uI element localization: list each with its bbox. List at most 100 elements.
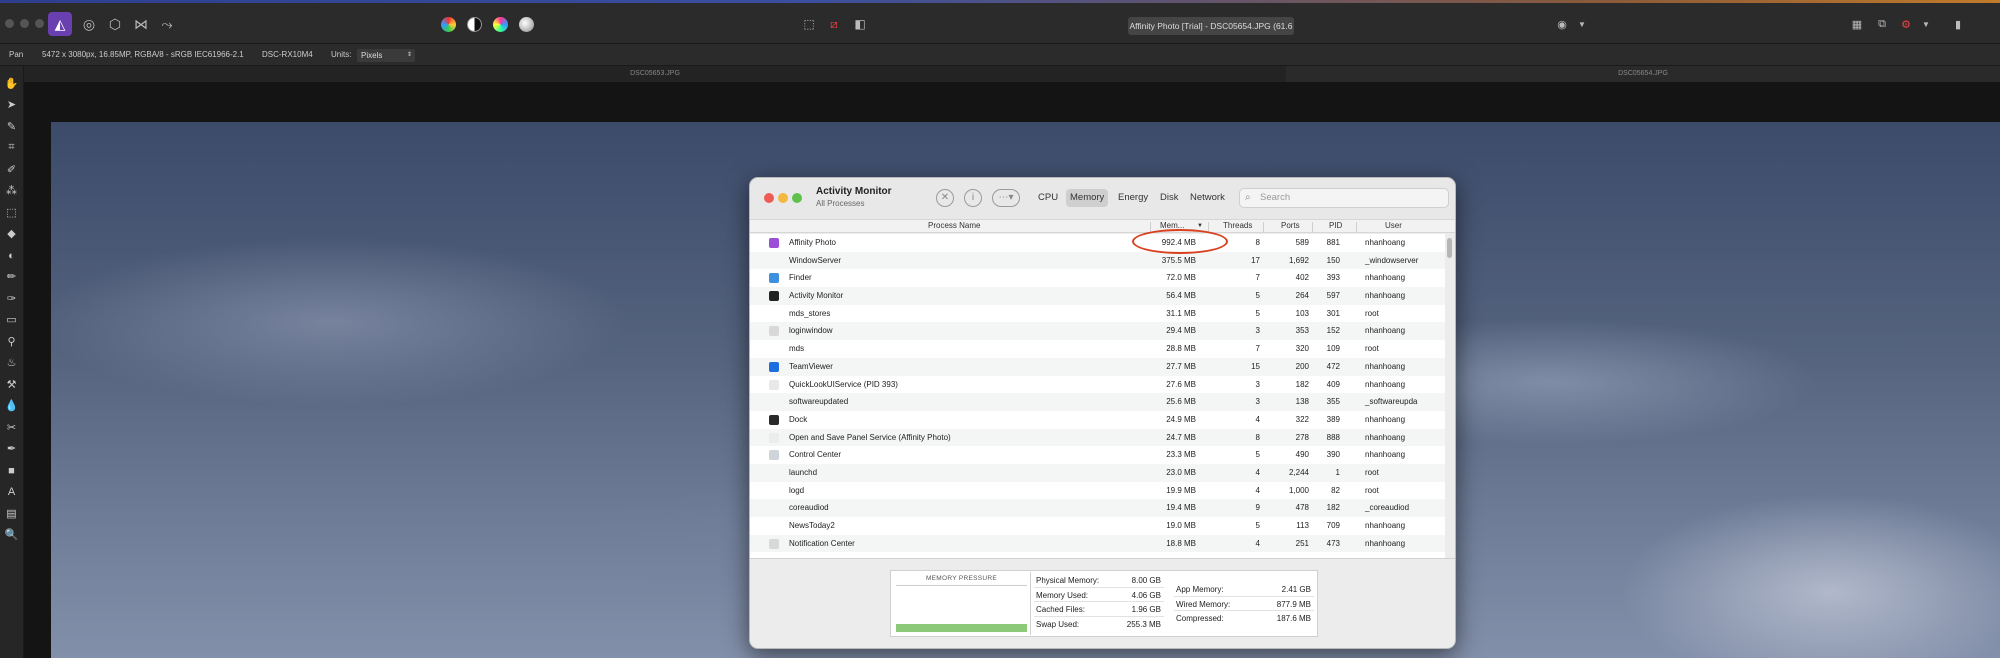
table-row[interactable]: loginwindow 29.4 MB 3 353 152 nhanhoang (750, 322, 1445, 341)
white-balance-icon[interactable] (519, 17, 534, 32)
red-eye-tool-icon[interactable]: ✂ (3, 419, 20, 436)
table-row[interactable]: Control Center 23.3 MB 5 490 390 nhanhoang (750, 446, 1445, 464)
clone-tool-icon[interactable]: ♨ (3, 354, 20, 371)
units-select[interactable]: Pixels ⇕ (357, 49, 415, 62)
inpainting-tool-icon[interactable]: ⚒ (3, 376, 20, 393)
marquee-tool-icon[interactable]: ⬚ (3, 204, 20, 221)
table-row[interactable]: WindowServer 375.5 MB 17 1,692 150 _windowser… (750, 251, 1445, 270)
column-ports[interactable]: Ports (1281, 221, 1300, 230)
process-pid: 152 (1326, 326, 1340, 336)
stop-process-icon[interactable]: ✕ (936, 189, 954, 207)
notification-center-icon (769, 538, 779, 549)
context-toolbar: Pan 5472 x 3080px, 16.85MP, RGBA/8 - sRG… (0, 44, 2000, 66)
export-persona-icon[interactable]: ⤳ (155, 12, 179, 36)
column-pid[interactable]: PID (1329, 221, 1342, 230)
view-mode-icon[interactable]: ▮ (1946, 12, 1970, 36)
am-close-button[interactable] (764, 193, 774, 203)
chevron-down-icon[interactable]: ▼ (1570, 12, 1594, 36)
tone-mapping-persona-icon[interactable]: ⋈ (129, 12, 153, 36)
memory-stat-label: Memory Used: (1036, 590, 1089, 600)
table-row[interactable]: Open and Save Panel Service (Affinity Ph… (750, 428, 1445, 447)
doc-tab-first[interactable]: DSC05653.JPG (24, 66, 1286, 82)
hand-tool-icon[interactable]: ✋ (3, 75, 20, 92)
liquify-persona-icon[interactable]: ◎ (77, 12, 101, 36)
process-user: nhanhoang (1365, 326, 1406, 336)
snapping-icon[interactable]: ⧉ (1870, 12, 1894, 36)
paint-brush-tool-icon[interactable]: ✏ (3, 268, 20, 285)
crop-tool-icon[interactable]: ⌗ (3, 139, 20, 156)
memory-stat-row: App Memory: 2.41 GB (1174, 582, 1314, 597)
table-row[interactable]: logd 19.9 MB 4 1,000 82 root (750, 482, 1445, 500)
text-tool-icon[interactable]: A (3, 483, 20, 500)
table-row[interactable]: launchd 23.0 MB 4 2,244 1 root (750, 463, 1445, 482)
tab-energy[interactable]: Energy (1114, 189, 1152, 207)
info-icon[interactable]: i (964, 189, 982, 207)
process-memory: 375.5 MB (1161, 255, 1196, 265)
flood-fill-tool-icon[interactable]: ◆ (3, 225, 20, 242)
table-row[interactable]: NewsToday2 19.0 MB 5 113 709 nhanhoang (750, 517, 1445, 535)
pen-tool-icon[interactable]: ✒ (3, 440, 20, 457)
affinity-titlebar: ◭ ◎ ⬡ ⋈ ⤳ ⬚ ⧄ ◧ Affinity Photo [Trial] -… (0, 3, 2000, 44)
deselect-icon[interactable]: ⧄ (822, 12, 846, 36)
zoom-tool-icon[interactable]: 🔍 (3, 526, 20, 543)
column-threads[interactable]: Threads (1223, 221, 1252, 230)
table-row[interactable]: Dock 24.9 MB 4 322 389 nhanhoang (750, 411, 1445, 429)
table-row[interactable]: Finder 72.0 MB 7 402 393 nhanhoang (750, 269, 1445, 287)
table-row[interactable]: softwareupdated 25.6 MB 3 138 355 _softwareup… (750, 393, 1445, 411)
gradient-tool-icon[interactable]: ◐ (3, 247, 20, 264)
tab-memory[interactable]: Memory (1066, 189, 1109, 207)
more-actions-icon[interactable]: ⋯▾ (992, 189, 1020, 207)
process-ports: 353 (1295, 326, 1309, 336)
table-row[interactable]: Affinity Photo 992.4 MB 8 589 881 nhanhoang (750, 234, 1445, 252)
process-name: Dock (789, 414, 808, 424)
develop-persona-icon[interactable]: ⬡ (103, 12, 127, 36)
color-picker-tool-icon[interactable]: ✎ (3, 118, 20, 135)
flood-select-tool-icon[interactable]: ⁂ (3, 182, 20, 199)
search-input[interactable]: ⌕ Search (1239, 188, 1449, 208)
assistant-chevron-icon[interactable]: ▼ (1914, 12, 1938, 36)
process-memory: 19.9 MB (1166, 485, 1196, 495)
control-center-icon (769, 450, 779, 461)
table-row[interactable]: QuickLookUIService (PID 393) 27.6 MB 3 182 4… (750, 376, 1445, 394)
process-ports: 278 (1295, 432, 1309, 442)
selection-brush-tool-icon[interactable]: ✐ (3, 161, 20, 178)
pixel-tool-icon[interactable]: ✑ (3, 290, 20, 307)
move-tool-icon[interactable]: ➤ (3, 96, 20, 113)
process-user: nhanhoang (1365, 238, 1406, 247)
process-memory: 18.8 MB (1166, 538, 1196, 548)
quicklook-icon (769, 379, 779, 390)
column-process-name[interactable]: Process Name (928, 221, 980, 230)
column-user[interactable]: User (1385, 221, 1402, 230)
contrast-icon[interactable] (467, 17, 482, 32)
table-row[interactable]: Notification Center 18.8 MB 4 251 473 nhanhoa… (750, 534, 1445, 553)
levels-icon[interactable] (441, 17, 456, 32)
marquee-selection-icon[interactable]: ⬚ (797, 12, 821, 36)
tab-disk[interactable]: Disk (1156, 189, 1182, 207)
memory-highlight-circle (1132, 229, 1228, 254)
color-balance-icon[interactable] (493, 17, 508, 32)
process-table-scrollbar[interactable] (1447, 238, 1452, 258)
table-row[interactable]: Activity Monitor 56.4 MB 5 264 597 nhanhoang (750, 287, 1445, 305)
close-window-button[interactable] (5, 19, 14, 28)
minimize-window-button[interactable] (20, 19, 29, 28)
blur-tool-icon[interactable]: 💧 (3, 397, 20, 414)
process-threads: 5 (1255, 291, 1260, 301)
mesh-warp-tool-icon[interactable]: ▤ (3, 505, 20, 522)
process-ports: 138 (1295, 397, 1309, 407)
tab-cpu[interactable]: CPU (1034, 189, 1062, 207)
doc-tab-second[interactable]: DSC05654.JPG (1286, 66, 2000, 82)
zoom-window-button[interactable] (35, 19, 44, 28)
tab-network[interactable]: Network (1186, 189, 1229, 207)
arrange-icon[interactable]: ▦ (1845, 12, 1869, 36)
photo-persona-icon[interactable]: ◭ (48, 12, 72, 36)
erase-tool-icon[interactable]: ▭ (3, 311, 20, 328)
table-row[interactable]: mds_stores 31.1 MB 5 103 301 root (750, 305, 1445, 323)
am-zoom-button[interactable] (792, 193, 802, 203)
rectangle-tool-icon[interactable]: ■ (3, 462, 20, 479)
dodge-tool-icon[interactable]: ⚲ (3, 333, 20, 350)
am-minimize-button[interactable] (778, 193, 788, 203)
table-row[interactable]: coreaudiod 19.4 MB 9 478 182 _coreaudiod (750, 499, 1445, 517)
table-row[interactable]: TeamViewer 27.7 MB 15 200 472 nhanhoang (750, 357, 1445, 376)
table-row[interactable]: mds 28.8 MB 7 320 109 root (750, 340, 1445, 358)
invert-selection-icon[interactable]: ◧ (848, 12, 872, 36)
